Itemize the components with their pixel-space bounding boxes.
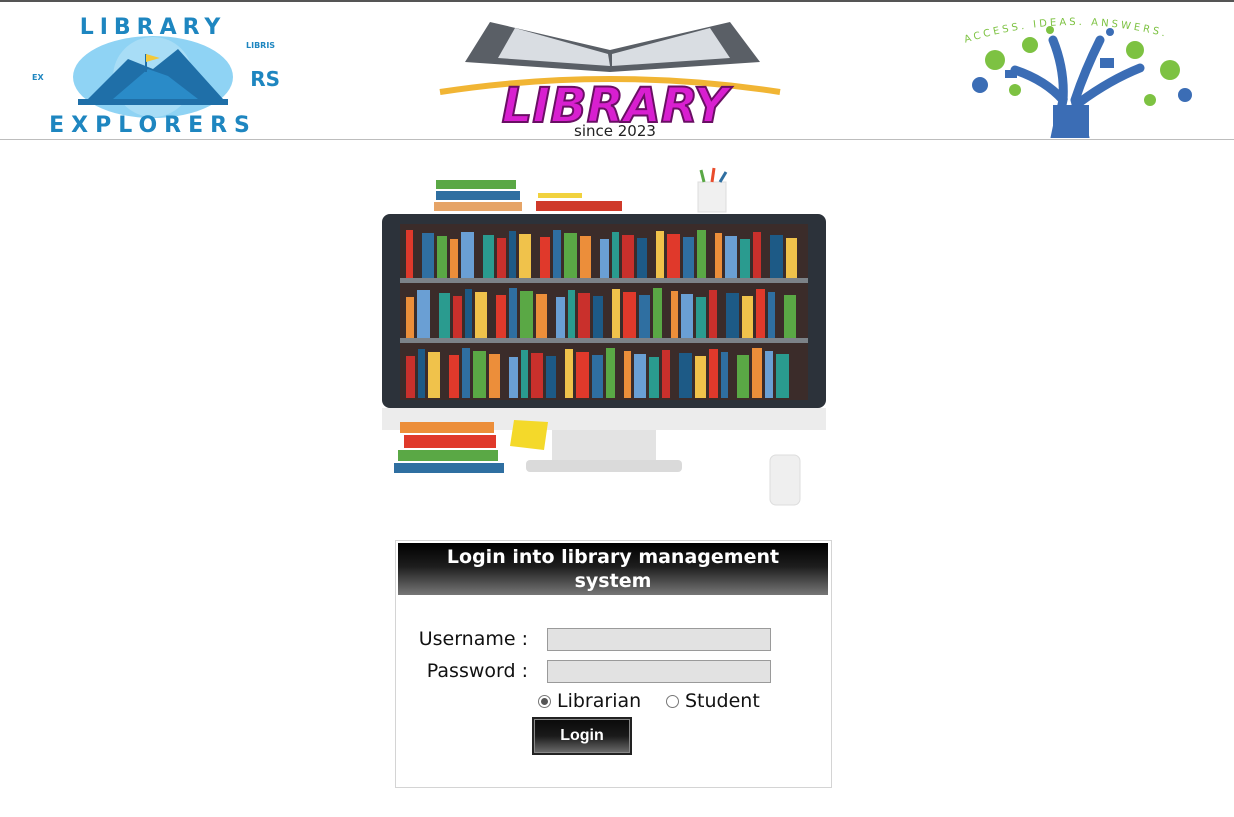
student-radio[interactable] xyxy=(666,694,679,708)
svg-text:EX: EX xyxy=(32,73,44,82)
username-input[interactable] xyxy=(547,628,771,651)
svg-text:ACCESS. IDEAS. ANSWERS.: ACCESS. IDEAS. ANSWERS. xyxy=(963,17,1169,46)
role-student-option[interactable]: Student xyxy=(666,690,760,712)
student-label: Student xyxy=(685,690,760,712)
librarian-radio[interactable] xyxy=(538,694,551,708)
login-title: Login into library management system xyxy=(398,543,828,595)
library-explorers-logo: LIBRARY EXPLORERS LIBRIS EX RS xyxy=(32,15,280,136)
password-input[interactable] xyxy=(547,660,771,683)
librarian-label: Librarian xyxy=(557,690,642,712)
svg-text:EXPLORERS: EXPLORERS xyxy=(49,113,257,136)
username-label: Username : xyxy=(418,628,528,650)
library-center-logo: LIBRARY since 2023 xyxy=(439,22,781,138)
login-panel: Login into library management system Use… xyxy=(395,540,832,788)
knowledge-tree-logo: ACCESS. IDEAS. ANSWERS. xyxy=(963,17,1192,138)
svg-text:LIBRIS: LIBRIS xyxy=(246,41,275,50)
header-banner: LIBRARY EXPLORERS LIBRIS EX RS LIBRARY s… xyxy=(0,2,1234,140)
svg-text:RS: RS xyxy=(250,67,280,91)
login-button[interactable]: Login xyxy=(532,717,632,755)
svg-text:LIBRARY: LIBRARY xyxy=(80,15,227,40)
bookshelf-monitor-illustration xyxy=(382,167,826,506)
password-label: Password : xyxy=(426,660,528,682)
svg-text:since 2023: since 2023 xyxy=(574,122,656,138)
role-librarian-option[interactable]: Librarian xyxy=(538,690,641,712)
